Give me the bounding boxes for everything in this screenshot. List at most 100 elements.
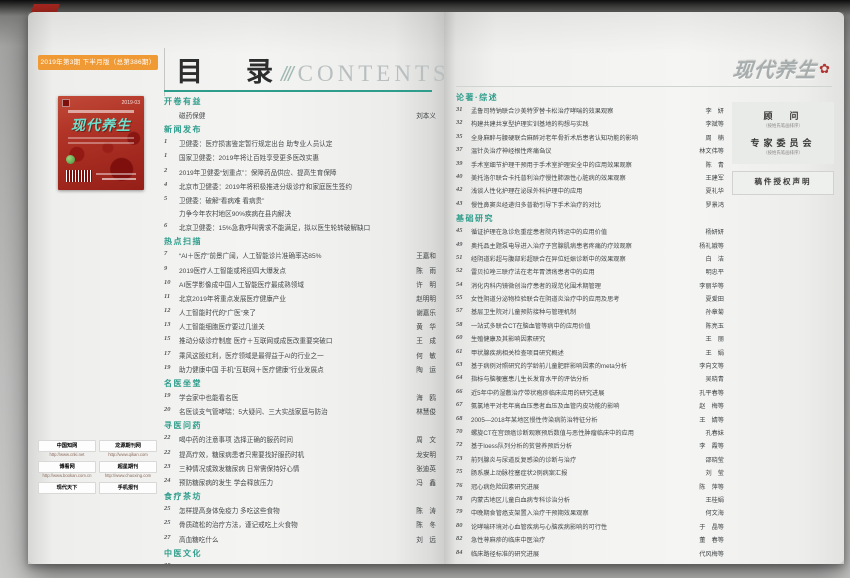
section-heading: 寻医问药	[164, 420, 436, 431]
entry-author: 陈 冬	[416, 519, 436, 529]
entry-title-wrap: 指标与脑梗塞患儿生长发育水平的评估分析	[471, 374, 699, 383]
entry-title: 2005—2018年某地区慢性传染病防治特征分析	[471, 415, 693, 424]
toc-entry: 76 冠心病危险因素研究进展 陈 萍等	[456, 482, 724, 491]
toc-entry: 54 消化内科内镜微创治疗患者的规范化围术期管理 李丽华等	[456, 281, 724, 290]
statement-title: 稿件授权声明	[737, 176, 829, 187]
toc-entry: 58 一站式多联合CT在脑血管等病中的应用价值 陈亮玉	[456, 321, 724, 330]
entry-title: 循证护理在急诊危重症患者院内转运中的应用价值	[471, 227, 699, 236]
entry-page-number: 19	[164, 392, 179, 399]
entry-author: 孔春妹	[705, 428, 724, 437]
entry-title-wrap: 国家卫健委：2019年将让百姓享受更多医改实惠	[179, 152, 430, 162]
toc-entry: 31 孟鲁司特钠联合沙美特罗替卡松治疗哮喘的效果观察 李 妍	[456, 106, 724, 115]
advisors-panel: 顾 问 （按姓氏笔画排序） 专家委员会 （按姓氏笔画排序）	[732, 102, 834, 164]
entry-author: 刘 莹	[705, 468, 724, 477]
entry-title-wrap: 2005—2018年某地区慢性传染病防治特征分析	[471, 415, 693, 424]
section-entries: 45 循证护理在急诊危重症患者院内转运中的应用价值 杨妍妍 49	[456, 227, 724, 557]
toc-entry: 6 北京卫健委：15%急救呼叫需求不能满足，拟以医生轮转破解缺口	[164, 222, 436, 232]
toc-entry: 80 论哮喘环境对心血管疾病与心脑疾病影响的可行性 于 晶等	[456, 522, 724, 531]
toc-section: 名医坐堂 19 学会家中也能看名医 海 鸥	[164, 378, 436, 416]
experts-block: 专家委员会 （按姓氏笔画排序）	[736, 136, 830, 156]
entry-page-number: 84	[456, 549, 471, 556]
entry-title-wrap: 浅谈人性化护理在泌尿外科护理中的应用	[471, 186, 699, 195]
entry-title-wrap: 近5年中药湿敷治疗带状疱疹临床应用的研究进展	[471, 388, 693, 397]
entry-title: 经阴道彩超与腹部彩超联合在异位妊娠诊断中的效果观察	[471, 254, 699, 263]
toc-entry: 73 前列腺炎与尿道反复感染的诊断与治疗 邵晓莹	[456, 455, 724, 464]
entry-page-number: 49	[456, 241, 471, 248]
entry-title-wrap: AI医学影像成中国人工智能医疗最成熟领域	[179, 279, 410, 289]
toc-entry: 28 中医文化：生活处处有中医，养生保健靠自己 水 晶	[164, 562, 436, 564]
entry-title: 卫健委：破解“看病难 看病贵”	[179, 195, 430, 205]
entry-author: 陈 萍等	[699, 482, 724, 491]
entry-page-number: 63	[456, 361, 471, 368]
entry-title-wrap: 循证护理在急诊危重症患者院内转运中的应用价值	[471, 227, 699, 236]
entry-title: 中医文化：生活处处有中医，养生保健靠自己	[179, 562, 410, 564]
partner-logo-url: http://www.bookan.com.cn	[38, 473, 96, 478]
entry-page-number: 22	[164, 449, 179, 456]
entry-page-number: 22	[164, 434, 179, 441]
section-entries: 19 学会家中也能看名医 海 鸥 20	[164, 392, 436, 416]
toc-entry: 27 高血糖吃什么 刘 远	[164, 534, 436, 544]
cover-text-bars	[58, 134, 144, 144]
flower-icon: ✿	[819, 61, 830, 77]
toc-entry: 55 女性阴道分泌物检验联合在阴道炎治疗中的应用及思考 夏爱田	[456, 294, 724, 303]
entry-title: 孟鲁司特钠联合沙美特罗替卡松治疗哮喘的效果观察	[471, 106, 699, 115]
entry-author: 白 洁	[705, 254, 724, 263]
header-rule	[456, 86, 832, 87]
entry-title-wrap: 肠系膜上动脉栓塞症状2例病案汇报	[471, 468, 699, 477]
entry-author: 刘本义	[416, 110, 436, 120]
toc-entry: 79 中晚期食管癌支架置入治疗干预期效果观察 何文海	[456, 508, 724, 517]
toc-entry: 68 2005—2018年某地区慢性传染病防治特征分析 王 婧等	[456, 415, 724, 424]
entry-page-number: 40	[456, 173, 471, 180]
toc-section: 新闻发布 1 卫健委：医疗损害鉴定暂行规定出台 助专业人员认定	[164, 124, 436, 232]
toc-entry: 4 北京市卫健委：2019年将积极推进分级诊疗和家庭医生签约	[164, 181, 436, 191]
entry-title: 基于病例对照研究的学龄前儿童肥胖影响因素的meta分析	[471, 361, 693, 370]
entry-title-wrap: 人工智能细胞医疗要过几道关	[179, 321, 410, 331]
entry-title-wrap: 氨氯地平对老年高血压患者血压及血管内皮功能的影响	[471, 401, 693, 410]
magazine-spread: 2019年第3期 下半月版（总第386期） 目 录 /// CONTENTS 2…	[28, 12, 844, 564]
toc-section: 论著·综述 31 孟鲁司特钠联合沙美特罗替卡松治疗哮喘的效果观察 李 妍	[456, 92, 724, 209]
partner-logo-url: http://www.qikan.com	[99, 452, 157, 457]
cover-logo-icon	[62, 99, 70, 107]
entry-page-number: 66	[456, 388, 471, 395]
entry-author: 陈 雨	[416, 265, 436, 275]
partner-logo-name: 现代天下	[38, 482, 96, 494]
entry-title: 卫健委：医疗损害鉴定暂行规定出台 助专业人员认定	[179, 138, 430, 148]
toc-entry: 63 基于病例对照研究的学龄前儿童肥胖影响因素的meta分析 李向文等	[456, 361, 724, 370]
toc-section: 热点扫描 7 “AI＋医疗”前景广阔，人工智能诊片准确率达85% 王嘉和	[164, 236, 436, 374]
partner-logo-chip: 超星期刊 http://www.chaoxing.com	[99, 461, 157, 478]
toc-entry: 37 温针灸治疗神经根性疼痛刍议 林文伟等	[456, 146, 724, 155]
entry-page-number: 25	[164, 519, 179, 526]
partner-logo-name: 博看网	[38, 461, 96, 473]
entry-title-wrap: 中医文化：生活处处有中医，养生保健靠自己	[179, 562, 410, 564]
entry-title-wrap: 内蒙古地区儿童白血病专科诊治分析	[471, 495, 699, 504]
partner-logo-url: http://www.cnki.net	[38, 452, 96, 457]
entry-author: 陶 运	[416, 364, 436, 374]
cover-barcode-icon	[66, 170, 92, 182]
entry-page-number: 37	[456, 146, 471, 153]
entry-title-wrap: 卫健委：医疗损害鉴定暂行规定出台 助专业人员认定	[179, 138, 430, 148]
entry-title-wrap: 美托洛尔联合卡托普利治疗慢性肺源性心脏病的效果观察	[471, 173, 699, 182]
entry-author: 周 楠	[705, 133, 724, 142]
header-divider	[164, 48, 165, 96]
entry-title-wrap: 雷贝拉唑三联疗法在老年胃溃疡患者中的应用	[471, 267, 699, 276]
entry-page-number: 20	[164, 406, 179, 413]
entry-author: 代风梅等	[699, 549, 724, 558]
experts-note: （按姓氏笔画排序）	[736, 150, 830, 156]
entry-page-number: 79	[456, 508, 471, 515]
advisors-title: 顾 问	[736, 109, 830, 122]
entry-page-number: 80	[456, 522, 471, 529]
entry-author: 冯 鑫	[416, 477, 436, 487]
entry-title: 预防糖尿病的发生 学会释放压力	[179, 477, 410, 487]
toc-entry: 17 乘风这股红利，医疗领域是最得益于AI的行业之一 何 敏	[164, 350, 436, 360]
left-page: 2019年第3期 下半月版（总第386期） 目 录 /// CONTENTS 2…	[28, 12, 444, 564]
entry-title-wrap: 北京市卫健委：2019年将积极推进分级诊疗和家庭医生签约	[179, 181, 430, 191]
entry-author: 孙章菊	[705, 307, 724, 316]
toc-entry: 磁药保健 刘本义	[164, 110, 436, 120]
partner-logo-chip: 博看网 http://www.bookan.com.cn	[38, 461, 96, 478]
entry-title: 中晚期食管癌支架置入治疗干预期效果观察	[471, 508, 699, 517]
entry-author: 陈亮玉	[705, 321, 724, 330]
section-entries: 7 “AI＋医疗”前景广阔，人工智能诊片准确率达85% 王嘉和 9	[164, 250, 436, 374]
entry-title: 浅谈人性化护理在泌尿外科护理中的应用	[471, 186, 699, 195]
entry-page-number: 39	[456, 160, 471, 167]
entry-page-number: 54	[456, 281, 471, 288]
